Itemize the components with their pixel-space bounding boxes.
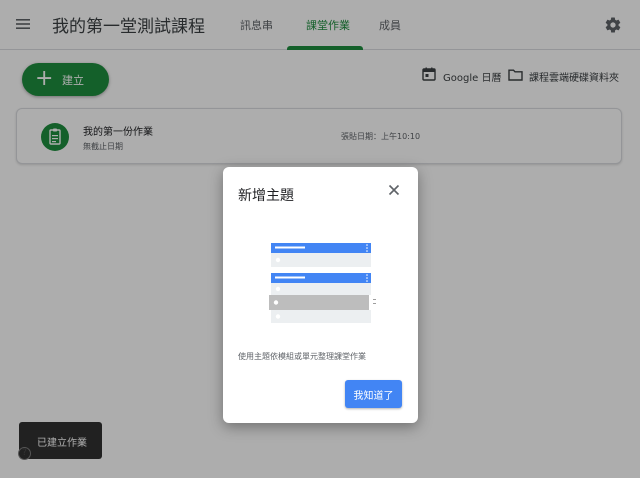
help-icon[interactable]: ? — [18, 447, 31, 460]
topics-illustration — [269, 243, 376, 323]
dialog-description: 使用主題依模組或單元整理課堂作業 — [238, 352, 366, 361]
close-icon[interactable] — [387, 183, 401, 197]
dialog-title: 新增主題 — [238, 188, 294, 204]
got-it-button[interactable]: 我知道了 — [345, 380, 402, 408]
add-topic-dialog: 新增主題 使用主題依模組或單元整理課堂作業 我知道了 — [223, 167, 418, 423]
